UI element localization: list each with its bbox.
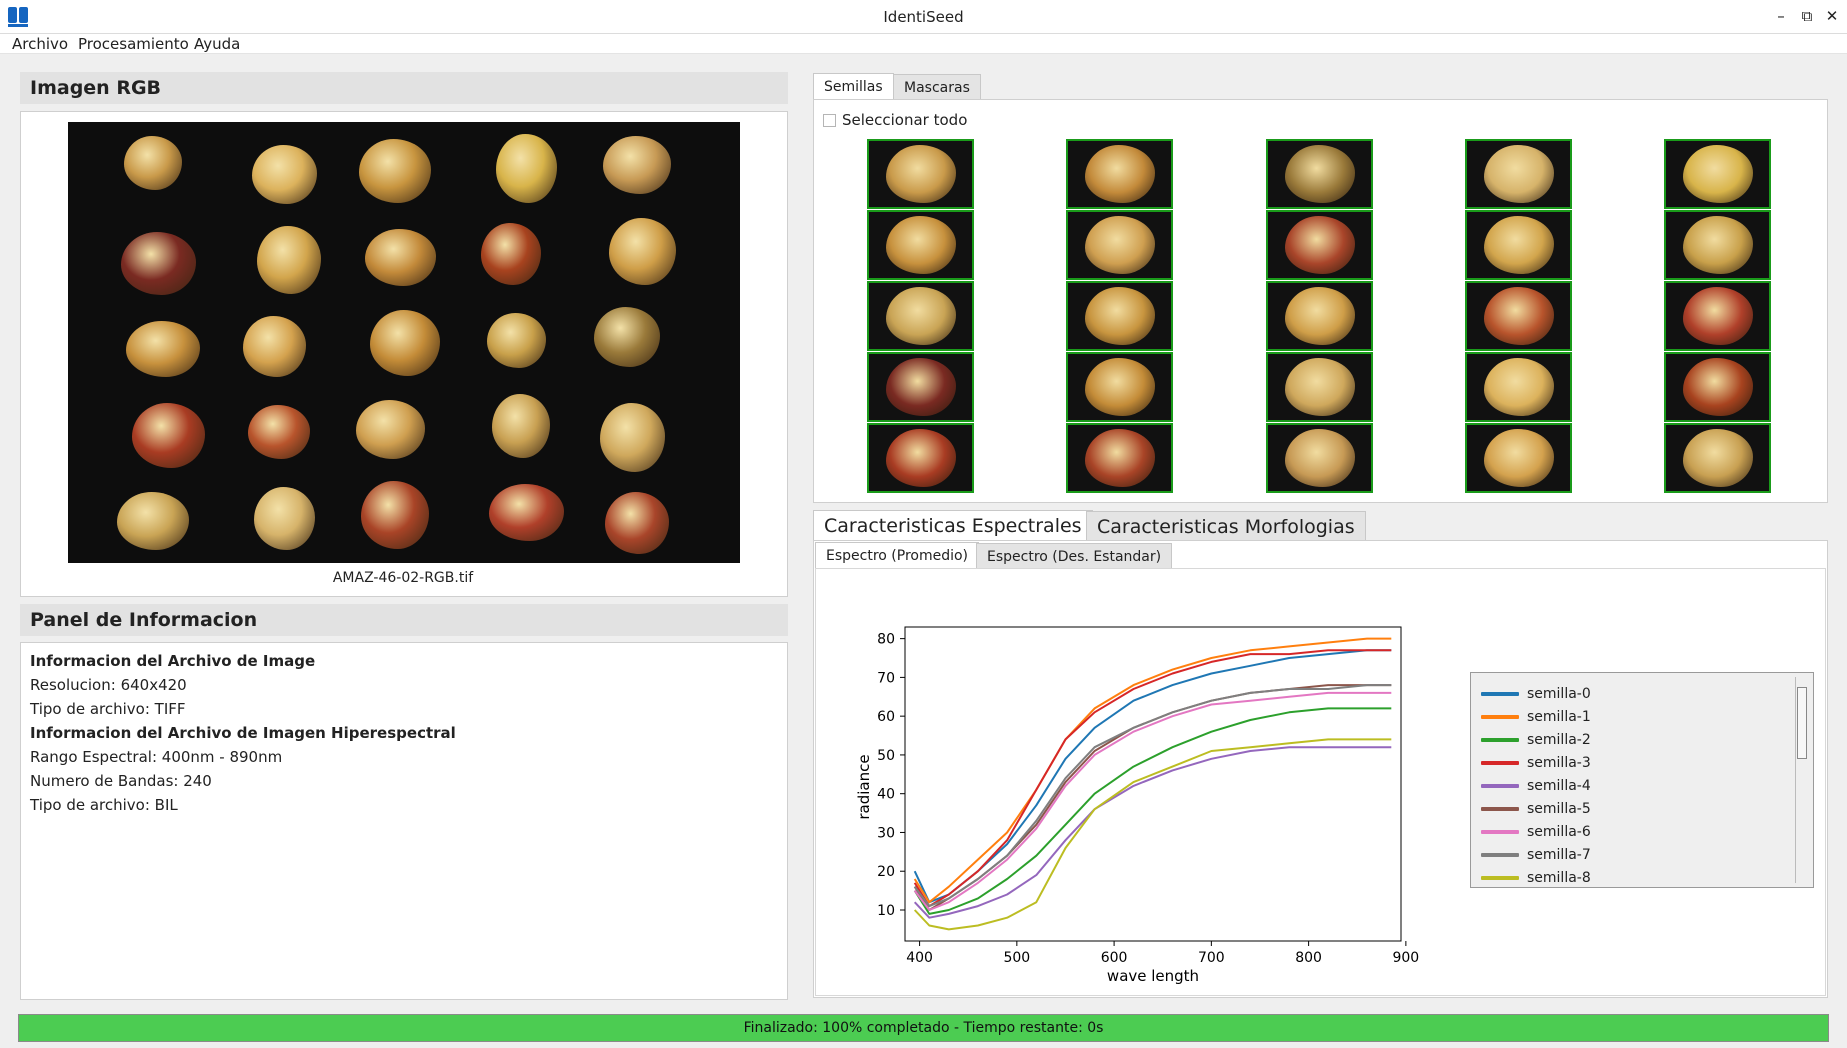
x-tick-label: 400 <box>906 950 933 966</box>
series-line-semilla-7 <box>913 684 1392 908</box>
series-line-semilla-2 <box>913 707 1392 915</box>
legend-label: semilla-5 <box>1527 801 1591 817</box>
legend-item: semilla-1 <box>1481 706 1591 728</box>
y-tick-label: 20 <box>877 864 895 880</box>
legend-swatch <box>1481 692 1519 696</box>
legend-swatch <box>1481 876 1519 880</box>
legend-item: semilla-4 <box>1481 775 1591 797</box>
series-line-semilla-6 <box>913 691 1392 911</box>
y-tick-label: 40 <box>877 787 895 803</box>
legend-label: semilla-8 <box>1527 870 1591 886</box>
progress-status-text: Finalizado: 100% completado - Tiempo res… <box>743 1020 1104 1036</box>
legend-swatch <box>1481 715 1519 719</box>
legend-swatch <box>1481 830 1519 834</box>
series-line-semilla-8 <box>913 738 1392 931</box>
legend-label: semilla-7 <box>1527 847 1591 863</box>
legend-item: semilla-3 <box>1481 752 1591 774</box>
legend-label: semilla-2 <box>1527 732 1591 748</box>
y-tick-label: 60 <box>877 709 895 725</box>
legend-item: semilla-8 <box>1481 867 1591 889</box>
x-axis-label: wave length <box>1107 967 1199 985</box>
x-tick-label: 500 <box>1003 950 1030 966</box>
legend-label: semilla-3 <box>1527 755 1591 771</box>
legend-swatch <box>1481 853 1519 857</box>
legend-label: semilla-0 <box>1527 686 1591 702</box>
legend-item: semilla-2 <box>1481 729 1591 751</box>
chart-legend: semilla-0 semilla-1 semilla-2 semilla-3 semi… <box>1470 672 1814 888</box>
legend-item: semilla-5 <box>1481 798 1591 820</box>
x-tick-label: 900 <box>1392 950 1419 966</box>
legend-label: semilla-1 <box>1527 709 1591 725</box>
y-tick-label: 30 <box>877 825 895 841</box>
progress-bar: Finalizado: 100% completado - Tiempo res… <box>18 1014 1829 1042</box>
legend-item: semilla-6 <box>1481 821 1591 843</box>
y-tick-label: 70 <box>877 670 895 686</box>
x-tick-label: 600 <box>1101 950 1128 966</box>
legend-swatch <box>1481 738 1519 742</box>
legend-scroll-thumb[interactable] <box>1797 687 1807 759</box>
legend-item: semilla-0 <box>1481 683 1591 705</box>
y-axis-label: radiance <box>855 754 873 819</box>
y-tick-label: 50 <box>877 748 895 764</box>
chart-frame <box>904 626 1402 942</box>
legend-item: semilla-7 <box>1481 844 1591 866</box>
y-tick-label: 10 <box>877 903 895 919</box>
spectrum-chart: 400 500 600 700 800 900 10 20 30 40 50 60 70 80 wave l… <box>855 626 1419 985</box>
y-tick-label: 80 <box>877 632 895 648</box>
legend-swatch <box>1481 784 1519 788</box>
legend-swatch <box>1481 807 1519 811</box>
legend-swatch <box>1481 761 1519 765</box>
legend-scrollbar[interactable] <box>1795 677 1807 883</box>
legend-label: semilla-4 <box>1527 778 1591 794</box>
x-tick-label: 800 <box>1295 950 1322 966</box>
x-tick-label: 700 <box>1198 950 1225 966</box>
legend-label: semilla-6 <box>1527 824 1591 840</box>
